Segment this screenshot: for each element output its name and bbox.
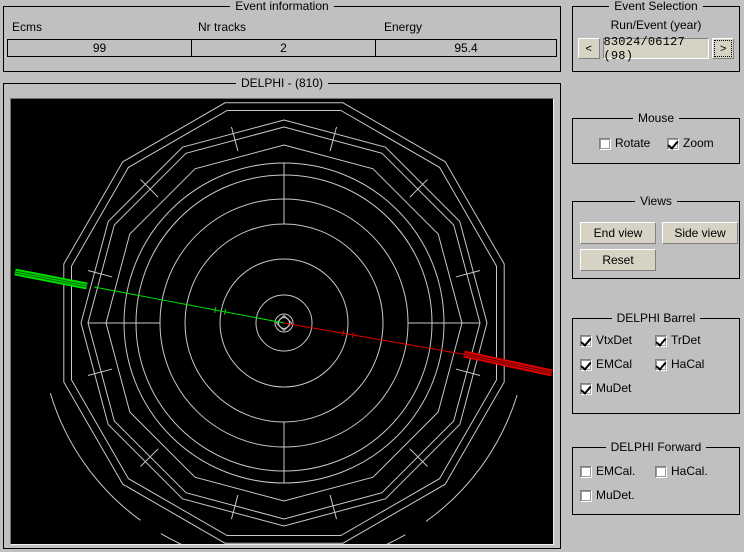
detector-drawing — [14, 102, 553, 544]
event-information-values: 99 2 95.4 — [7, 39, 557, 57]
forward-option-emcal[interactable]: EMCal. — [580, 465, 635, 478]
delphi-view-panel: DELPHI - (810) — [3, 76, 561, 549]
mouse-title: Mouse — [573, 111, 739, 125]
forward-option-mudet[interactable]: MuDet. — [580, 489, 635, 502]
delphi-barrel-title: DELPHI Barrel — [573, 311, 739, 325]
barrel-option-mudet[interactable]: MuDet — [580, 382, 631, 395]
event-information-labels: Ecms Nr tracks Energy — [7, 19, 557, 37]
forward-hacal-checkbox[interactable] — [655, 465, 667, 478]
event-information-title: Event information — [4, 0, 560, 13]
barrel-hacal-label: HaCal — [671, 357, 705, 371]
barrel-mudet-checkbox[interactable] — [580, 382, 592, 395]
barrel-trdet-checkbox[interactable] — [655, 334, 667, 347]
views-panel: Views End view Side view Reset — [572, 194, 740, 279]
mouse-option-rotate[interactable]: Rotate — [599, 137, 650, 150]
forward-hacal-label: HaCal. — [671, 464, 708, 478]
detector-canvas[interactable] — [10, 98, 554, 545]
run-event-label: Run/Event (year) — [610, 18, 702, 32]
delphi-barrel-panel: DELPHI Barrel VtxDet TrDet EMCal HaCal M… — [572, 311, 740, 414]
value-energy: 95.4 — [376, 40, 556, 56]
forward-emcal-label: EMCal. — [596, 464, 636, 478]
barrel-option-trdet[interactable]: TrDet — [655, 334, 701, 347]
track-green — [93, 286, 285, 324]
barrel-emcal-label: EMCal — [596, 357, 633, 371]
barrel-option-vtxdet[interactable]: VtxDet — [580, 334, 632, 347]
barrel-mudet-label: MuDet — [596, 381, 632, 395]
barrel-trdet-label: TrDet — [671, 333, 701, 347]
event-selection-title: Event Selection — [573, 0, 739, 13]
label-ecms: Ecms — [12, 20, 42, 34]
event-information-panel: Event information Ecms Nr tracks Energy … — [3, 0, 561, 72]
end-view-button[interactable]: End view — [580, 222, 656, 244]
zoom-label: Zoom — [683, 136, 714, 150]
application-window: Event information Ecms Nr tracks Energy … — [0, 0, 744, 552]
rotate-label: Rotate — [615, 136, 651, 150]
reset-button[interactable]: Reset — [580, 249, 656, 271]
views-title: Views — [573, 194, 739, 208]
barrel-vtxdet-checkbox[interactable] — [580, 334, 592, 347]
barrel-emcal-checkbox[interactable] — [580, 358, 592, 371]
barrel-option-emcal[interactable]: EMCal — [580, 358, 632, 371]
event-selection-panel: Event Selection Run/Event (year) < 83024… — [572, 0, 740, 72]
delphi-forward-title: DELPHI Forward — [573, 440, 739, 454]
forward-emcal-checkbox[interactable] — [580, 465, 592, 478]
value-ecms: 99 — [8, 40, 192, 56]
side-view-button[interactable]: Side view — [662, 222, 738, 244]
zoom-checkbox[interactable] — [667, 137, 679, 150]
rotate-checkbox[interactable] — [599, 137, 611, 150]
next-event-button[interactable]: > — [712, 38, 734, 59]
mouse-panel: Mouse Rotate Zoom — [572, 111, 740, 164]
label-energy: Energy — [384, 20, 423, 34]
forward-mudet-label: MuDet. — [596, 488, 635, 502]
mouse-option-zoom[interactable]: Zoom — [667, 137, 714, 150]
value-nr-tracks: 2 — [192, 40, 376, 56]
forward-mudet-checkbox[interactable] — [580, 489, 592, 502]
forward-option-hacal[interactable]: HaCal. — [655, 465, 708, 478]
run-event-field[interactable]: 83024/06127 (98) — [602, 35, 710, 63]
delphi-view-title: DELPHI - (810) — [4, 76, 560, 90]
barrel-option-hacal[interactable]: HaCal — [655, 358, 704, 371]
barrel-hacal-checkbox[interactable] — [655, 358, 667, 371]
previous-event-button[interactable]: < — [578, 38, 600, 59]
barrel-vtxdet-label: VtxDet — [596, 333, 633, 347]
delphi-forward-panel: DELPHI Forward EMCal. HaCal. MuDet. — [572, 440, 740, 515]
label-nr-tracks: Nr tracks — [198, 20, 246, 34]
